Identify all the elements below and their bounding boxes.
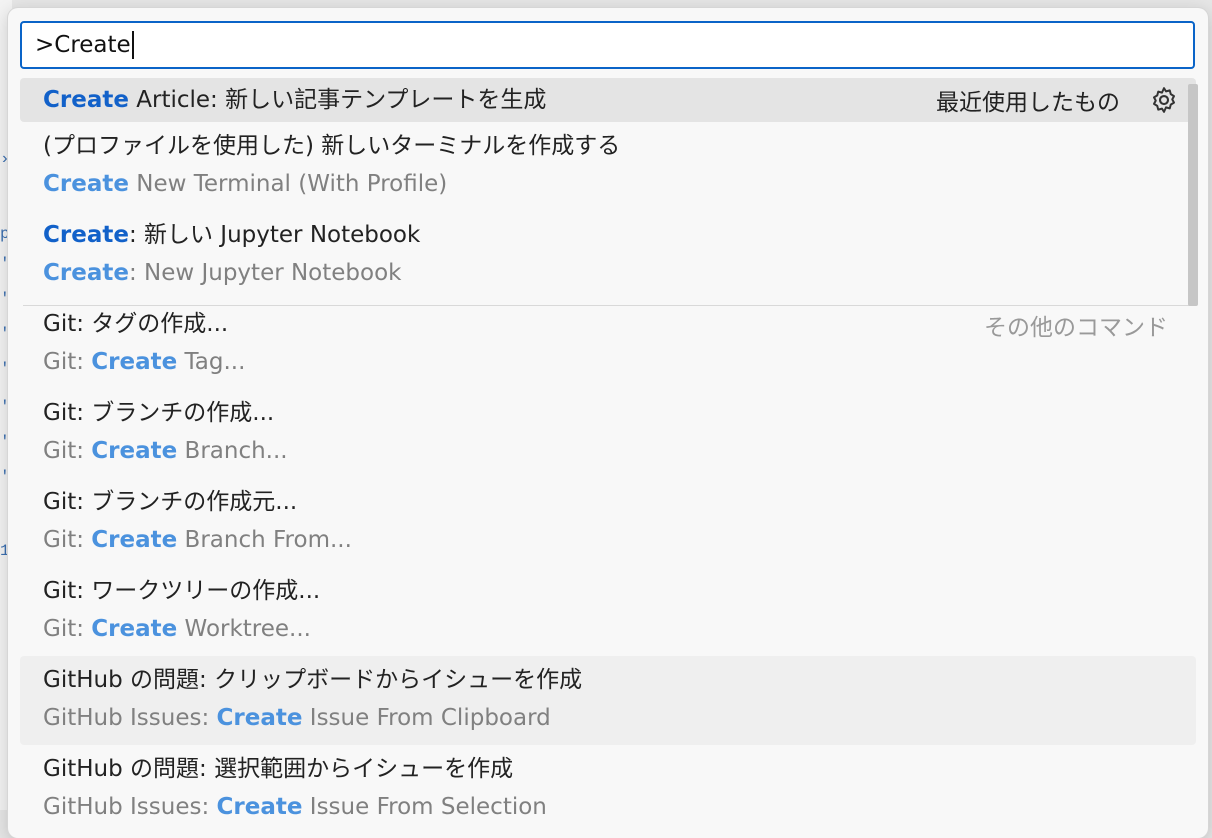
command-item-new-terminal-with-profile[interactable]: (プロファイルを使用した) 新しいターミナルを作成する Create New T… [20,122,1196,211]
command-title: GitHub の問題: クリップボードからイシューを作成 [43,667,583,693]
command-title: GitHub の問題: 選択範囲からイシューを作成 [43,756,514,782]
command-subtitle-prefix: Git: [43,438,92,464]
match-highlight: Create [43,222,129,248]
scrollbar-thumb[interactable] [1188,84,1198,306]
command-title: Git: ワークツリーの作成... [43,578,321,604]
command-subtitle-rest: Branch From... [177,527,352,553]
recently-used-label: 最近使用したもの [936,90,1120,116]
command-title-rest: : 新しい Jupyter Notebook [128,222,421,248]
command-item-git-create-branch-from[interactable]: Git: ブランチの作成元... Git: Create Branch From… [20,478,1196,567]
command-subtitle-rest: Issue From Selection [302,794,547,820]
command-palette: >Create Create Article: 新しい記事テンプレートを生成 最… [8,8,1208,838]
command-list: Create Article: 新しい記事テンプレートを生成 最近使用したもの … [20,78,1196,834]
command-item-github-issue-from-clipboard[interactable]: GitHub の問題: クリップボードからイシューを作成 GitHub Issu… [20,656,1196,745]
command-item-create-article[interactable]: Create Article: 新しい記事テンプレートを生成 最近使用したもの [20,78,1196,122]
match-highlight: Create [91,438,178,464]
command-search-input[interactable]: >Create [20,21,1195,69]
command-title: (プロファイルを使用した) 新しいターミナルを作成する [43,133,621,159]
command-title: Create Article: 新しい記事テンプレートを生成 [43,86,546,114]
command-subtitle: GitHub Issues: Create Issue From Clipboa… [43,704,1196,732]
text-caret [131,31,134,59]
command-subtitle-rest: : New Jupyter Notebook [128,260,402,286]
command-subtitle-prefix: GitHub Issues: [43,705,217,731]
command-item-git-create-worktree[interactable]: Git: ワークツリーの作成... Git: Create Worktree..… [20,567,1196,656]
other-commands-label: その他のコマンド [984,315,1168,341]
command-subtitle: Git: Create Worktree... [43,615,1196,643]
search-input-text: >Create [35,32,131,58]
command-subtitle: Git: Create Branch From... [43,526,1196,554]
match-highlight: Create [91,527,178,553]
command-subtitle: Create New Terminal (With Profile) [43,170,1196,198]
command-subtitle: GitHub Issues: Create Issue From Selecti… [43,793,1196,821]
command-subtitle: Git: Create Branch... [43,437,1196,465]
match-highlight: Create [91,616,178,642]
match-highlight: Create [91,349,178,375]
command-item-git-create-tag[interactable]: Git: タグの作成... その他のコマンド Git: Create Tag..… [20,300,1196,389]
match-highlight: Create [43,171,129,197]
command-item-git-create-branch[interactable]: Git: ブランチの作成... Git: Create Branch... [20,389,1196,478]
match-highlight: Create [216,705,303,731]
gear-icon[interactable] [1149,85,1179,115]
command-title-rest: Article: 新しい記事テンプレートを生成 [128,87,547,113]
command-subtitle: Git: Create Tag... [43,348,1196,376]
command-subtitle-prefix: GitHub Issues: [43,794,217,820]
match-highlight: Create [216,794,303,820]
command-title: Create: 新しい Jupyter Notebook [43,221,1196,249]
command-subtitle-rest: Branch... [177,438,288,464]
group-separator [23,305,1196,306]
command-subtitle-prefix: Git: [43,616,92,642]
command-subtitle-rest: Issue From Clipboard [302,705,551,731]
command-title: Git: ブランチの作成... [43,400,275,426]
command-subtitle-rest: Tag... [177,349,246,375]
command-title: Git: ブランチの作成元... [43,489,298,515]
command-item-new-jupyter-notebook[interactable]: Create: 新しい Jupyter Notebook Create: New… [20,211,1196,300]
command-subtitle-prefix: Git: [43,527,92,553]
match-highlight: Create [43,87,129,113]
command-subtitle: Create: New Jupyter Notebook [43,259,1196,287]
match-highlight: Create [43,260,129,286]
command-subtitle-prefix: Git: [43,349,92,375]
command-subtitle-rest: New Terminal (With Profile) [128,171,448,197]
command-subtitle-rest: Worktree... [177,616,311,642]
command-item-github-issue-from-selection[interactable]: GitHub の問題: 選択範囲からイシューを作成 GitHub Issues:… [20,745,1196,834]
